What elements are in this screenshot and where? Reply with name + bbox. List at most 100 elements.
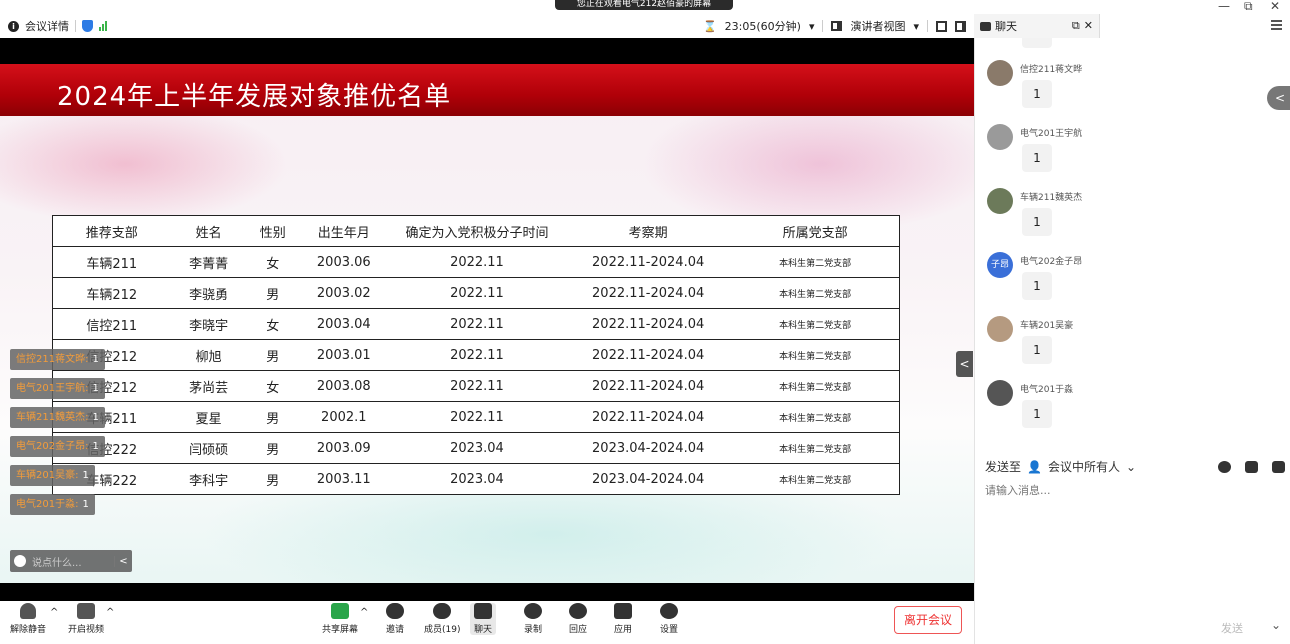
chevron-up-icon[interactable]: ^ <box>106 607 114 618</box>
danmaku-placeholder: 说点什么... <box>32 557 82 569</box>
minimize-button[interactable]: — <box>1218 0 1230 13</box>
table-cell: 女 <box>246 308 299 340</box>
table-cell: 2003.06 <box>298 246 389 278</box>
table-cell: 本科生第二党支部 <box>731 339 900 371</box>
table-header-row: 推荐支部 姓名 性别 出生年月 确定为入党积极分子时间 考察期 所属党支部 <box>52 215 900 247</box>
chat-sender-name: 车辆201吴豪 <box>1020 321 1074 331</box>
table-body: 车辆211 李菁菁女 2003.06 2022.11 2022.11-2024.04 本科… <box>52 246 900 495</box>
popout-icon[interactable]: ⧉ <box>1072 19 1080 33</box>
chat-message-bubble: 1 <box>1022 80 1052 108</box>
table-row: 车辆211 李菁菁女 2003.06 2022.11 2022.11-2024.04 本科… <box>52 246 900 278</box>
chat-sender-name: 车辆211魏英杰 <box>1020 193 1083 203</box>
avatar[interactable] <box>987 316 1013 342</box>
record-button[interactable]: 录制 <box>524 603 542 635</box>
chevron-down-icon[interactable]: ⌄ <box>1126 460 1136 474</box>
danmaku-message: 电气201于淼: 1 <box>10 494 95 515</box>
table-cell: 女 <box>246 246 299 278</box>
settings-button[interactable]: 设置 <box>660 603 678 635</box>
send-button[interactable]: 发送 <box>1221 620 1243 636</box>
chat-header: 聊天 ⧉ ✕ <box>974 14 1290 38</box>
invite-button[interactable]: 邀请 <box>386 603 404 635</box>
emoji-icon[interactable] <box>14 555 26 567</box>
emoji-icon[interactable] <box>1218 460 1231 473</box>
tab-chat[interactable]: 聊天 ⧉ ✕ <box>974 14 1100 38</box>
network-signal-icon[interactable] <box>99 21 107 31</box>
restore-button[interactable]: ⧉ <box>1244 0 1253 14</box>
chat-message-input[interactable] <box>985 484 1275 497</box>
recipient-select[interactable]: 会议中所有人 <box>1048 458 1120 475</box>
apps-button[interactable]: 应用 <box>614 603 632 635</box>
members-button[interactable]: 成员(19) <box>424 603 460 635</box>
share-screen-button[interactable]: 共享屏幕 <box>322 603 358 635</box>
table-cell: 2022.11-2024.04 <box>565 370 732 402</box>
table-cell: 车辆211 <box>52 246 171 278</box>
table-row: 信控222 闫硕硕男 2003.09 2023.04 2023.04-2024.04 本科… <box>52 432 900 464</box>
table-row: 信控211 李晓宇女 2003.04 2022.11 2022.11-2024.04 本科… <box>52 308 900 340</box>
react-button[interactable]: 回应 <box>569 603 587 635</box>
table-cell: 本科生第二党支部 <box>731 401 900 433</box>
chat-message-bubble: 1 <box>1022 400 1052 428</box>
side-panel-icon[interactable] <box>955 20 966 32</box>
collapse-chat-button[interactable]: < <box>956 351 973 377</box>
fullscreen-icon[interactable] <box>936 20 947 32</box>
danmaku-text: 1 <box>92 441 99 452</box>
chat-button[interactable]: 聊天 <box>470 603 497 635</box>
table-cell: 2002.1 <box>298 401 389 433</box>
collapse-danmaku-button[interactable]: < <box>114 555 132 567</box>
danmaku-input[interactable]: 说点什么... < <box>10 550 132 572</box>
danmaku-message: 信控211蒋文晔: 1 <box>10 349 105 370</box>
table-header-cell: 所属党支部 <box>731 215 900 247</box>
table-cell: 2003.08 <box>298 370 389 402</box>
screenshot-icon[interactable] <box>1272 460 1285 473</box>
chevron-down-icon[interactable]: ⌄ <box>1271 618 1281 632</box>
table-cell: 车辆212 <box>52 277 171 309</box>
decorative-cloud <box>0 104 290 224</box>
avatar[interactable] <box>987 60 1013 86</box>
danmaku-text: 1 <box>92 383 99 394</box>
table-cell: 男 <box>246 401 299 433</box>
table-row: 车辆211 夏星男 2002.1 2022.11 2022.11-2024.04 本科生第… <box>52 401 900 433</box>
chevron-up-icon[interactable]: ^ <box>50 607 58 618</box>
table-cell: 本科生第二党支部 <box>731 277 900 309</box>
members-label: 成员(19) <box>424 625 461 635</box>
divider <box>927 20 928 32</box>
file-icon[interactable] <box>1245 460 1258 473</box>
table-cell: 2023.04 <box>388 432 566 464</box>
table-cell: 2023.04-2024.04 <box>565 432 732 464</box>
table-cell: 男 <box>246 277 299 309</box>
record-label: 录制 <box>524 625 543 635</box>
table-cell: 2022.11 <box>388 401 566 433</box>
table-header-cell: 姓名 <box>170 215 247 247</box>
danmaku-text: 1 <box>82 499 89 510</box>
chevron-down-icon[interactable]: ▾ <box>913 20 919 33</box>
table-cell: 信控211 <box>52 308 171 340</box>
speaker-view-button[interactable]: 演讲者视图 <box>850 18 905 34</box>
share-screen-icon <box>331 603 349 619</box>
menu-icon[interactable] <box>1271 20 1282 32</box>
chevron-up-icon[interactable]: ^ <box>360 607 368 618</box>
chevron-down-icon[interactable]: ▾ <box>809 20 815 33</box>
avatar[interactable] <box>987 188 1013 214</box>
table-cell: 李骁勇 <box>170 277 247 309</box>
table-cell: 夏星 <box>170 401 247 433</box>
security-shield-icon[interactable] <box>82 20 93 32</box>
close-window-button[interactable]: ✕ <box>1270 0 1280 13</box>
avatar[interactable]: 子昂 <box>987 252 1013 278</box>
meeting-timer[interactable]: 23:05(60分钟) <box>725 18 801 34</box>
table-cell: 2022.11 <box>388 339 566 371</box>
chat-sender-name: 电气201王宇航 <box>1020 129 1083 139</box>
scroll-left-button[interactable]: < <box>1267 86 1290 110</box>
close-icon[interactable]: ✕ <box>1084 19 1093 33</box>
table-row: 信控212 柳旭男 2003.01 2022.11 2022.11-2024.04 本科生… <box>52 339 900 371</box>
table-header-cell: 出生年月 <box>298 215 389 247</box>
unmute-button[interactable]: 解除静音 <box>10 603 46 635</box>
info-icon[interactable]: i <box>8 20 19 32</box>
avatar[interactable] <box>987 124 1013 150</box>
table-cell: 2022.11-2024.04 <box>565 246 732 278</box>
meeting-details-button[interactable]: 会议详情 <box>25 18 69 34</box>
leave-meeting-button[interactable]: 离开会议 <box>894 606 962 634</box>
table-cell: 2003.11 <box>298 463 389 495</box>
table-cell: 李晓宇 <box>170 308 247 340</box>
start-video-button[interactable]: 开启视频 <box>68 603 104 635</box>
avatar[interactable] <box>987 380 1013 406</box>
